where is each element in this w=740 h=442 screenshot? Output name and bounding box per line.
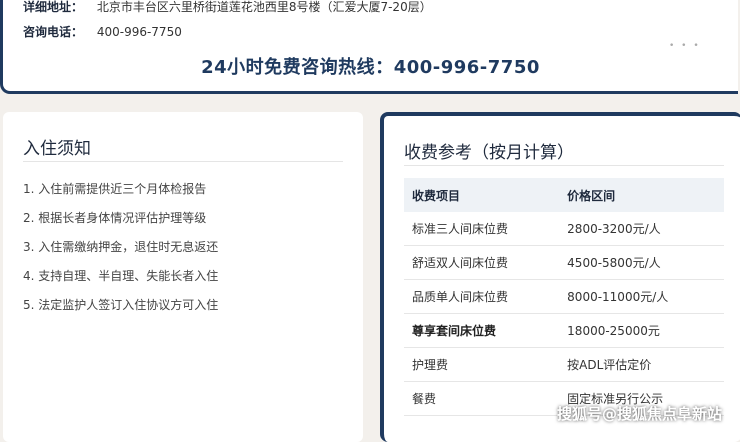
watermark: 搜狐号@搜狐焦点阜新站 bbox=[556, 405, 722, 423]
fee-card: 收费参考（按月计算） 收费项目 价格区间 标准三人间床位费 2800-3200元… bbox=[380, 112, 740, 442]
hotline-label: 24小时免费咨询热线： bbox=[201, 57, 394, 78]
table-header-row: 收费项目 价格区间 bbox=[404, 178, 724, 212]
notice-list: 1. 入住前需提供近三个月体检报告 2. 根据长者身体情况评估护理等级 3. 入… bbox=[23, 180, 218, 325]
fee-item: 护理费 bbox=[404, 347, 564, 382]
table-row: 护理费 按ADL评估定价 bbox=[404, 347, 724, 382]
fee-price: 18000-25000元 bbox=[563, 313, 724, 348]
fee-item: 品质单人间床位费 bbox=[404, 279, 564, 314]
hotline-banner: 24小时免费咨询热线：400-996-7750 bbox=[3, 53, 738, 79]
list-item: 1. 入住前需提供近三个月体检报告 bbox=[23, 182, 207, 196]
fee-price: 2800-3200元/人 bbox=[563, 212, 724, 246]
phone-row: 咨询电话： 400-996-7750 bbox=[23, 23, 182, 40]
fee-item: 餐费 bbox=[404, 381, 564, 416]
table-row: 品质单人间床位费 8000-11000元/人 bbox=[404, 279, 724, 314]
title-divider bbox=[23, 161, 343, 162]
fee-item: 尊享套间床位费 bbox=[404, 313, 564, 348]
fee-price: 按ADL评估定价 bbox=[563, 347, 724, 382]
contact-card: 详细地址： 北京市丰台区六里桥街道莲花池西里8号楼（汇爱大厦7-20层） 咨询电… bbox=[0, 0, 738, 94]
notice-card: 入住须知 1. 入住前需提供近三个月体检报告 2. 根据长者身体情况评估护理等级… bbox=[3, 112, 363, 442]
list-item: 4. 支持自理、半自理、失能长者入住 bbox=[23, 269, 219, 283]
fee-table: 收费项目 价格区间 标准三人间床位费 2800-3200元/人 舒适双人间床位费… bbox=[404, 178, 724, 416]
column-header-item: 收费项目 bbox=[404, 178, 564, 212]
decorative-dots: • • • bbox=[669, 41, 701, 51]
fee-price: 8000-11000元/人 bbox=[563, 279, 724, 314]
table-row: 尊享套间床位费 18000-25000元 bbox=[404, 313, 724, 348]
list-item: 3. 入住需缴纳押金，退住时无息返还 bbox=[23, 240, 219, 254]
table-row: 标准三人间床位费 2800-3200元/人 bbox=[404, 212, 724, 246]
notice-title: 入住须知 bbox=[23, 139, 91, 159]
table-row: 舒适双人间床位费 4500-5800元/人 bbox=[404, 245, 724, 280]
fee-title: 收费参考（按月计算） bbox=[404, 143, 574, 163]
address-value: 北京市丰台区六里桥街道莲花池西里8号楼（汇爱大厦7-20层） bbox=[96, 0, 432, 14]
list-item: 5. 法定监护人签订入住协议方可入住 bbox=[23, 298, 219, 312]
column-header-price: 价格区间 bbox=[563, 178, 724, 212]
title-divider bbox=[404, 165, 724, 166]
fee-price: 4500-5800元/人 bbox=[563, 245, 724, 280]
fee-item: 舒适双人间床位费 bbox=[404, 245, 564, 280]
phone-value[interactable]: 400-996-7750 bbox=[97, 25, 182, 39]
phone-label: 咨询电话： bbox=[23, 25, 84, 39]
hotline-number[interactable]: 400-996-7750 bbox=[394, 57, 540, 78]
list-item: 2. 根据长者身体情况评估护理等级 bbox=[23, 211, 207, 225]
address-label: 详细地址： bbox=[23, 0, 84, 14]
fee-item: 标准三人间床位费 bbox=[404, 212, 564, 246]
address-row: 详细地址： 北京市丰台区六里桥街道莲花池西里8号楼（汇爱大厦7-20层） bbox=[23, 0, 432, 15]
